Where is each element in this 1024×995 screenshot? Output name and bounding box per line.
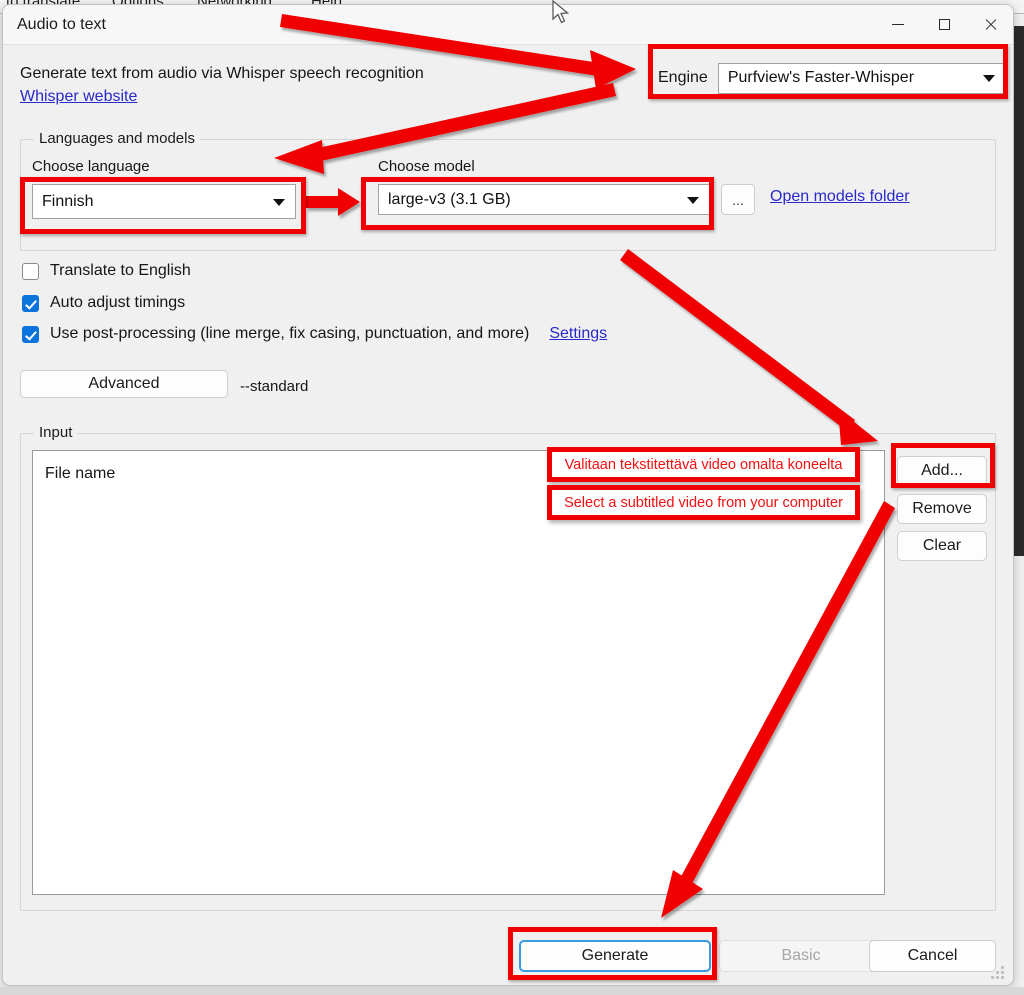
close-button[interactable]	[967, 5, 1013, 44]
post-processing-row[interactable]: Use post-processing (line merge, fix cas…	[22, 325, 607, 343]
callout-english: Select a subtitled video from your compu…	[547, 485, 860, 520]
resize-grip[interactable]	[991, 966, 1005, 980]
audio-to-text-dialog: Audio to text Generate text from audio v…	[2, 4, 1014, 986]
callout-finnish: Valitaan tekstitettävä video omalta kone…	[547, 447, 860, 482]
translate-to-english-checkbox[interactable]	[22, 262, 39, 280]
minimize-icon	[892, 24, 904, 25]
open-models-folder-link[interactable]: Open models folder	[770, 188, 910, 206]
basic-button: Basic	[719, 940, 883, 972]
whisper-website-link[interactable]: Whisper website	[20, 88, 137, 106]
dialog-titlebar[interactable]: Audio to text	[3, 5, 1013, 45]
choose-model-label: Choose model	[378, 158, 475, 175]
close-icon	[984, 18, 997, 31]
dialog-title: Audio to text	[17, 16, 106, 33]
clear-button[interactable]: Clear	[897, 531, 987, 561]
mouse-cursor	[552, 0, 570, 24]
minimize-button[interactable]	[875, 5, 921, 44]
translate-to-english-label: Translate to English	[50, 262, 191, 279]
desktop-background-strip	[1014, 26, 1024, 556]
highlight-language	[20, 177, 306, 234]
advanced-value-text: --standard	[240, 378, 309, 395]
file-name-column-header: File name	[45, 465, 116, 482]
languages-group-title: Languages and models	[34, 130, 200, 147]
post-processing-settings-link[interactable]: Settings	[549, 325, 607, 343]
highlight-engine	[648, 44, 1008, 99]
highlight-model	[361, 177, 714, 230]
remove-button[interactable]: Remove	[897, 494, 987, 524]
maximize-icon	[938, 19, 950, 30]
auto-adjust-timings-checkbox[interactable]	[22, 294, 39, 312]
maximize-button[interactable]	[921, 5, 967, 44]
advanced-button[interactable]: Advanced	[20, 370, 228, 398]
translate-to-english-row[interactable]: Translate to English	[22, 262, 191, 280]
highlight-add-button	[891, 443, 995, 488]
choose-language-label: Choose language	[32, 158, 150, 175]
post-processing-checkbox[interactable]	[22, 325, 39, 343]
input-group-title: Input	[34, 424, 78, 441]
taskbar-strip	[0, 987, 1024, 995]
post-processing-label: Use post-processing (line merge, fix cas…	[50, 325, 530, 342]
screen: to translate Options Networking Help Aud…	[0, 0, 1024, 995]
auto-adjust-timings-row[interactable]: Auto adjust timings	[22, 294, 185, 312]
highlight-generate-button	[508, 927, 717, 980]
browse-models-button[interactable]: ...	[721, 184, 755, 215]
auto-adjust-timings-label: Auto adjust timings	[50, 294, 186, 311]
cancel-button[interactable]: Cancel	[869, 940, 996, 972]
description-text: Generate text from audio via Whisper spe…	[20, 65, 424, 82]
